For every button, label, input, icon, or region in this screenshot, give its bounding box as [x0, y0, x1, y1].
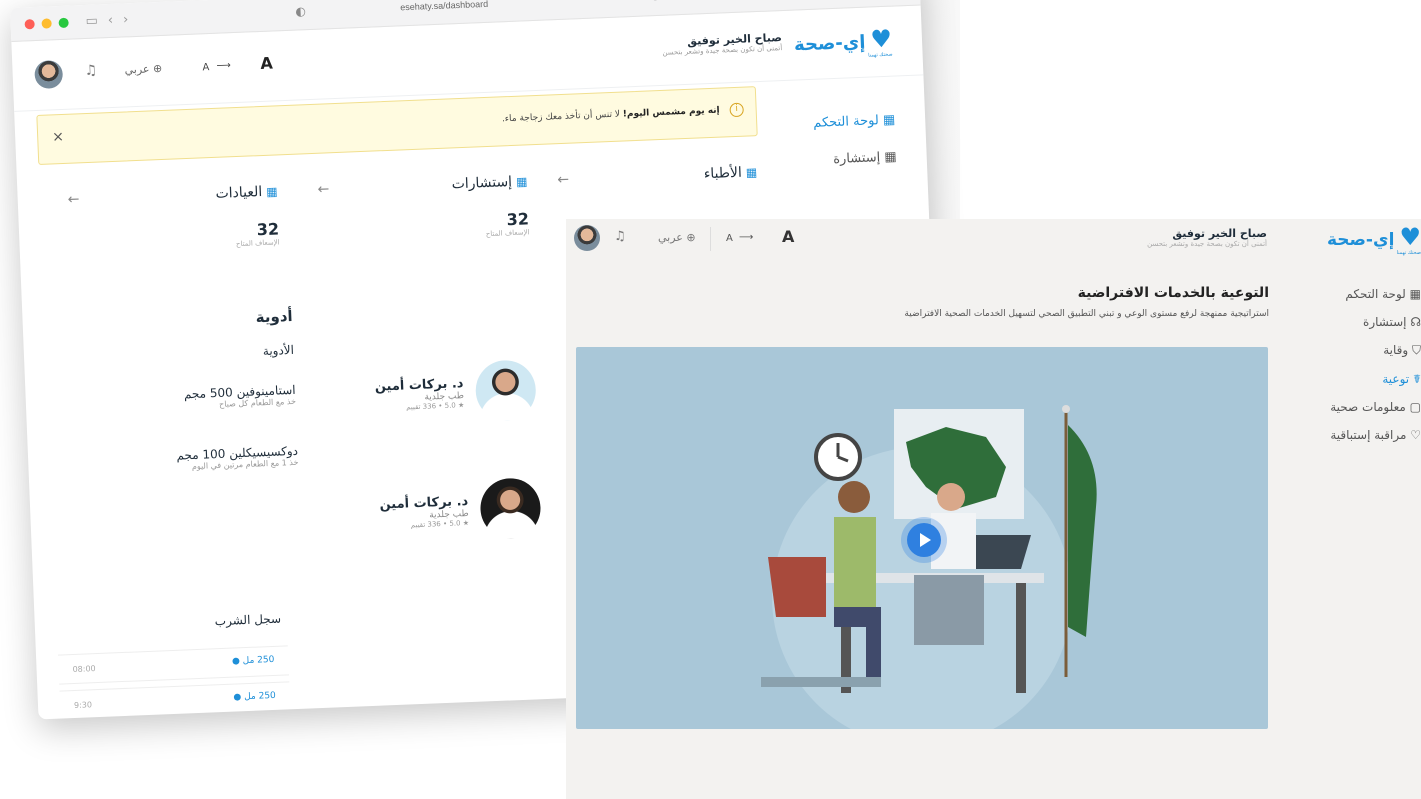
- avatar[interactable]: [34, 59, 64, 90]
- sidebar-item-consultation[interactable]: ☊ إستشارة: [1301, 315, 1421, 329]
- greeting-block: صباح الخير توفيق أتمنى أن تكون بصحة جيدة…: [1147, 227, 1267, 248]
- font-size-small[interactable]: A: [202, 62, 209, 73]
- sidebar-toggle-icon[interactable]: ▭: [85, 13, 98, 28]
- clinics-card[interactable]: ▦العيادات ← 32 الإسعاف المتاح: [67, 183, 279, 254]
- grid-icon: ▦: [515, 174, 528, 189]
- globe-icon: ⊕: [686, 231, 696, 244]
- water-log-title: سجل الشرب: [214, 611, 282, 629]
- grid-icon: ▦: [882, 112, 896, 129]
- subgreeting: أتمنى أن تكون بصحة جيدة وتشعر بتحسن: [1147, 240, 1267, 248]
- awareness-heading: التوعية بالخدمات الافتراضية استراتيجية م…: [709, 285, 1269, 319]
- stethoscope-icon: ☤: [1412, 372, 1421, 386]
- globe-icon: ⊕: [152, 61, 163, 76]
- page-description: استراتيجية ممنهجة لرفع مستوى الوعي و تبن…: [904, 309, 1269, 319]
- avatar[interactable]: [574, 225, 600, 251]
- sidebar-item-proactive-monitoring[interactable]: ♡ مراقبة إستباقية: [1301, 428, 1421, 442]
- section-subtitle: الأدوية: [262, 342, 295, 359]
- privacy-shield-icon[interactable]: ◐: [295, 4, 306, 18]
- grid-icon: ▦: [745, 165, 758, 180]
- heart-logo-icon: ♥: [1399, 223, 1421, 251]
- doctor-row[interactable]: د. بركات أمين طب جلدية ★ 5.0 • 336 تقييم: [369, 477, 542, 544]
- section-title: أدوية: [255, 306, 293, 327]
- sidebar-item-awareness[interactable]: ☤ توعية: [1301, 372, 1421, 386]
- play-button[interactable]: [907, 523, 941, 557]
- doctors-card[interactable]: ▦الأطباء ←: [557, 164, 757, 188]
- water-drop-icon: ●: [231, 656, 241, 667]
- sidebar-item-health-info[interactable]: ▢ معلومات صحية: [1301, 400, 1421, 414]
- headset-icon: ☊: [1410, 315, 1421, 329]
- divider: [710, 227, 711, 251]
- close-window-button[interactable]: [24, 18, 35, 29]
- sidebar-item-dashboard[interactable]: ▦ لوحة التحكم: [805, 113, 896, 132]
- language-switch[interactable]: عربي ⊕: [124, 62, 162, 76]
- dashboard-sidebar: ▦ لوحة التحكم ▦ إستشارة: [805, 113, 898, 191]
- awareness-sidebar: ▦ لوحة التحكم ☊ إستشارة ⛉ وقاية ☤ توعية …: [1301, 287, 1421, 456]
- doctor-row[interactable]: د. بركات أمين طب جلدية ★ 5.0 • 336 تقييم: [365, 359, 537, 426]
- medicine-item[interactable]: دوكسيسيكلين 100 مجم خذ 1 مع الطعام مرتين…: [138, 444, 298, 473]
- bell-icon[interactable]: ♫: [614, 229, 626, 244]
- sidebar-item-dashboard[interactable]: ▦ لوحة التحكم: [1301, 287, 1421, 301]
- forward-icon[interactable]: ›: [123, 12, 129, 27]
- heart-logo-icon: ♥: [869, 24, 893, 54]
- doctor-photo: [479, 477, 542, 540]
- arrow-left-icon[interactable]: ←: [67, 191, 79, 207]
- chat-icon: ▢: [1409, 400, 1421, 414]
- grid-icon: ▦: [265, 184, 278, 199]
- water-log-row: 08:00 250 مل ●: [57, 645, 290, 685]
- font-size-large[interactable]: A: [260, 54, 273, 73]
- shield-icon: ⛉: [1411, 343, 1421, 357]
- arrow-left-icon[interactable]: ←: [317, 181, 329, 197]
- doctor-photo: [474, 359, 537, 422]
- card-title: الأطباء: [703, 164, 743, 183]
- water-log-row: 9:30 250 مل ●: [59, 681, 291, 720]
- card-title: العيادات: [215, 184, 263, 202]
- sidebar-item-consultation[interactable]: ▦ إستشارة: [806, 150, 897, 169]
- medicine-item[interactable]: استامينوفين 500 مجم خذ مع الطعام كل صباح: [135, 383, 297, 412]
- greeting: صباح الخير توفيق: [1172, 227, 1267, 240]
- maximize-window-button[interactable]: [58, 17, 69, 28]
- heart-icon: ♡: [1410, 428, 1421, 442]
- awareness-video[interactable]: [576, 347, 1268, 729]
- address-bar[interactable]: esehaty.sa/dashboard: [400, 0, 488, 12]
- awareness-window: ♫ عربي ⊕ A ⟶ A صباح الخير توفيق أتمنى أن…: [566, 219, 1421, 799]
- back-icon[interactable]: ‹: [108, 13, 114, 28]
- awareness-header: ♫ عربي ⊕ A ⟶ A صباح الخير توفيق أتمنى أن…: [566, 219, 1421, 259]
- grid-icon: ▦: [1409, 287, 1421, 301]
- grid-icon: ▦: [884, 149, 897, 166]
- logo[interactable]: ♥ إي-صحة صحتك تهمنا: [794, 24, 893, 62]
- consultations-card[interactable]: ▦إستشارات ← 32 الإسعاف المتاح: [317, 173, 529, 244]
- arrow-left-icon[interactable]: ←: [557, 172, 569, 188]
- greeting-block: صباح الخير توفيق أتمنى أن تكون بصحة جيدة…: [662, 31, 782, 57]
- minimize-window-button[interactable]: [41, 17, 52, 29]
- card-title: إستشارات: [451, 173, 513, 193]
- font-size-arrow-icon: ⟶: [739, 232, 754, 243]
- bell-icon[interactable]: ♫: [84, 63, 97, 79]
- font-size-large[interactable]: A: [782, 227, 794, 246]
- medicines-section: أدوية الأدوية استامينوفين 500 مجم خذ مع …: [132, 307, 298, 473]
- water-drop-icon: ●: [233, 692, 242, 703]
- page-title: التوعية بالخدمات الافتراضية: [1077, 285, 1269, 301]
- font-size-arrow-icon: ⟶: [216, 60, 232, 72]
- sidebar-item-prevention[interactable]: ⛉ وقاية: [1301, 343, 1421, 358]
- language-switch[interactable]: عربي ⊕: [658, 231, 696, 244]
- font-size-small[interactable]: A: [726, 233, 733, 244]
- close-icon[interactable]: ×: [52, 129, 64, 145]
- alert-message: إنه يوم مشمس اليوم! لا تنس أن تأخذ معك ز…: [501, 105, 720, 125]
- reload-icon[interactable]: ↻: [650, 0, 661, 4]
- logo[interactable]: ♥ إي-صحة صحتك تهمنا: [1327, 225, 1421, 256]
- info-icon: i: [729, 102, 744, 118]
